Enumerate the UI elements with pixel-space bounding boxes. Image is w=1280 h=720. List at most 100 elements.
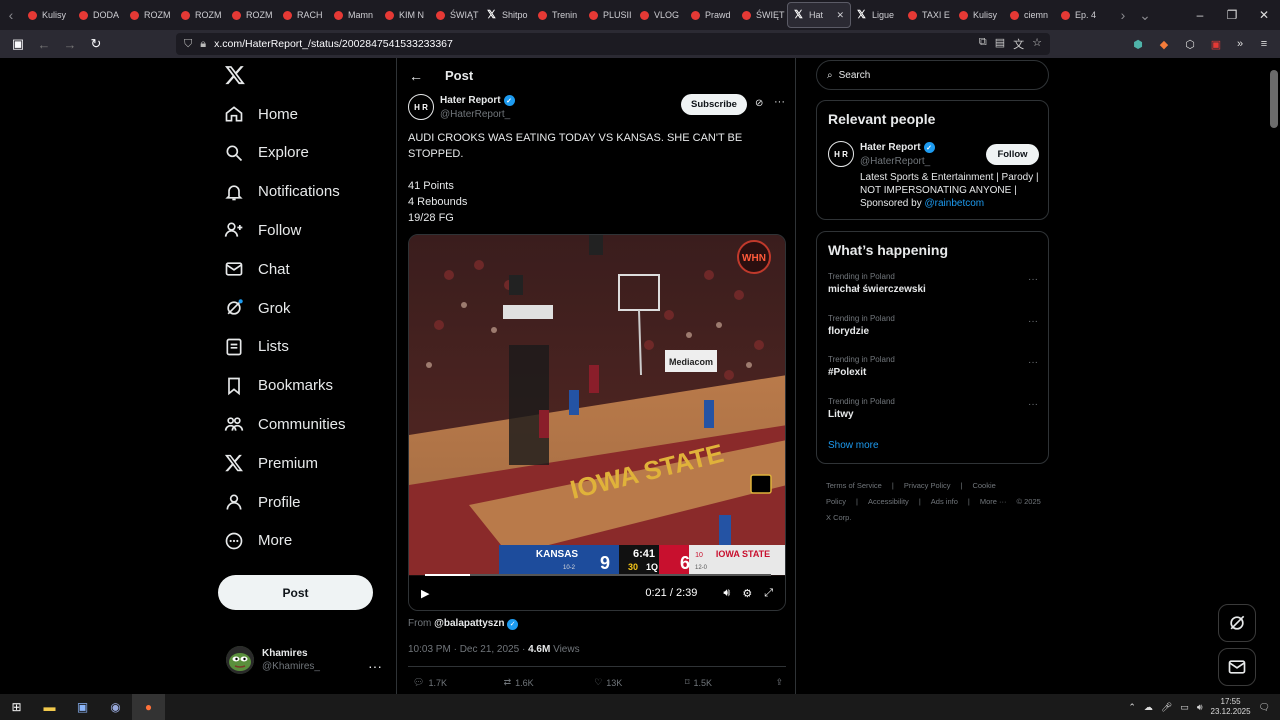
account-switcher[interactable]: Khamires @Khamires_ <box>226 646 320 674</box>
relevant-person-name[interactable]: Hater Report ✓ <box>860 142 935 153</box>
tabs-scroll-left-icon[interactable]: ‹ <box>0 0 22 30</box>
windows-start-icon[interactable]: ⊞ <box>0 694 33 720</box>
back-arrow-icon[interactable]: ← <box>409 68 423 84</box>
trend-item[interactable]: Trending in Poland Litwy ··· <box>828 397 1038 420</box>
subscribe-button[interactable]: Subscribe <box>681 94 747 115</box>
nav-item-premium[interactable]: Premium <box>224 453 318 473</box>
grok-fab-icon[interactable] <box>1218 604 1256 642</box>
browser-tab[interactable]: Ep. 4 <box>1055 0 1106 30</box>
nav-item-profile[interactable]: Profile <box>224 492 301 512</box>
browser-tab[interactable]: ŚWIĄT <box>430 0 481 30</box>
trend-item[interactable]: Trending in Poland michał świerczewski ··· <box>828 272 1038 295</box>
browser-tab[interactable]: RACH <box>277 0 328 30</box>
browser-tab[interactable]: PLUSII <box>583 0 634 30</box>
browser-tab[interactable]: ciemn <box>1004 0 1055 30</box>
browser-tab[interactable]: Kulisy <box>953 0 1004 30</box>
microphone-icon[interactable]: 🎤︎ <box>1161 702 1172 713</box>
video-player[interactable]: IOWA STATE Mediacom WHN KANSAS 10-2 9 6:… <box>408 234 786 611</box>
play-icon[interactable]: ▶ <box>421 587 429 600</box>
notifications-icon[interactable]: 🗨︎ <box>1259 702 1270 713</box>
volume-icon[interactable]: 🔊︎ <box>1197 702 1203 713</box>
relevant-person-name-text[interactable]: Hater Report <box>860 142 921 153</box>
like-button[interactable]: ♡ 13K <box>594 677 685 688</box>
nav-item-explore[interactable]: Explore <box>224 143 309 163</box>
overflow-menu-icon[interactable]: » <box>1230 34 1250 54</box>
footer-link[interactable]: Ads info <box>931 497 958 506</box>
list-all-tabs-icon[interactable]: ⌄ <box>1134 0 1156 30</box>
back-icon[interactable]: ← <box>32 32 56 56</box>
browser-tab[interactable]: 𝕏 Ligue <box>851 0 902 30</box>
author-name[interactable]: Hater Report ✓ <box>440 95 515 106</box>
page-scrollbar[interactable] <box>1268 58 1280 694</box>
screenshot-icon[interactable]: ▤ <box>995 36 1005 52</box>
trend-more-icon[interactable]: ··· <box>1028 357 1038 368</box>
restore-icon[interactable]: ❐ <box>1216 0 1248 30</box>
steam-icon[interactable]: ◉ <box>99 694 132 720</box>
app-icon[interactable]: ▣ <box>66 694 99 720</box>
close-window-icon[interactable]: ✕ <box>1248 0 1280 30</box>
star-icon[interactable]: ☆ <box>1032 36 1042 52</box>
scrollbar-thumb[interactable] <box>1270 70 1278 128</box>
post-time[interactable]: 10:03 PM · Dec 21, 2025 <box>408 644 519 655</box>
nav-item-bookmarks[interactable]: Bookmarks <box>224 376 333 396</box>
browser-tab[interactable]: VLOG <box>634 0 685 30</box>
minimize-icon[interactable]: – <box>1184 0 1216 30</box>
url-text[interactable]: x.com/HaterReport_/status/20028475415332… <box>214 38 453 50</box>
pip-icon[interactable]: ⧉ <box>979 36 987 52</box>
share-button[interactable]: ⇪ <box>775 677 783 688</box>
author-name-text[interactable]: Hater Report <box>440 95 501 106</box>
video-frame[interactable]: IOWA STATE Mediacom WHN KANSAS 10-2 9 6:… <box>409 235 786 575</box>
clock[interactable]: 17:55 23.12.2025 <box>1211 697 1251 717</box>
bookmark-button[interactable]: ⌑ 1.5K <box>685 677 776 688</box>
author-handle[interactable]: @HaterReport_ <box>440 109 510 120</box>
volume-icon[interactable]: 🔊︎ <box>723 587 730 600</box>
browser-tab[interactable]: ROZM <box>226 0 277 30</box>
grok-icon[interactable]: ⊘ <box>755 98 763 109</box>
follow-button[interactable]: Follow <box>986 144 1039 165</box>
trend-item[interactable]: Trending in Poland #Polexit ··· <box>828 355 1038 378</box>
browser-tab[interactable]: KIM N <box>379 0 430 30</box>
tray-chevron-icon[interactable]: ⌃ <box>1128 702 1136 713</box>
reload-icon[interactable]: ↻ <box>84 32 108 56</box>
trend-more-icon[interactable]: ··· <box>1028 274 1038 285</box>
footer-link[interactable]: More ··· <box>980 497 1007 506</box>
lock-icon[interactable]: 🔒︎ <box>200 38 206 51</box>
bio-link[interactable]: @rainbetcom <box>925 198 985 209</box>
network-cloud-icon[interactable]: ☁ <box>1144 702 1153 713</box>
author-avatar[interactable]: H R <box>408 94 434 120</box>
nav-item-communities[interactable]: Communities <box>224 414 346 434</box>
relevant-person-handle[interactable]: @HaterReport_ <box>860 156 930 167</box>
x-logo-icon[interactable] <box>224 64 254 94</box>
nav-item-more[interactable]: More <box>224 531 292 551</box>
nav-item-grok[interactable]: Grok <box>224 298 291 318</box>
close-tab-icon[interactable]: ✕ <box>836 10 844 21</box>
hamburger-menu-icon[interactable]: ≡ <box>1254 34 1274 54</box>
extension-badge-icon[interactable]: ▣ <box>1206 34 1226 54</box>
account-more-icon[interactable]: ··· <box>368 658 382 674</box>
extension-fox-icon[interactable]: ◆ <box>1154 34 1174 54</box>
search-input[interactable]: ⌕ Search <box>816 60 1049 90</box>
trend-more-icon[interactable]: ··· <box>1028 316 1038 327</box>
nav-item-chat[interactable]: Chat <box>224 259 290 279</box>
sidebar-toggle-icon[interactable]: ▣ <box>6 32 30 56</box>
trend-more-icon[interactable]: ··· <box>1028 399 1038 410</box>
browser-tab[interactable]: Mamn <box>328 0 379 30</box>
settings-gear-icon[interactable]: ⚙ <box>742 587 752 600</box>
firefox-icon[interactable]: ● <box>132 694 165 720</box>
browser-tab[interactable]: ROZM <box>124 0 175 30</box>
nav-item-lists[interactable]: Lists <box>224 337 289 357</box>
translate-icon[interactable]: 文 <box>1013 36 1024 52</box>
footer-link[interactable]: Terms of Service <box>826 481 882 490</box>
repost-button[interactable]: ⇄ 1.6K <box>504 677 595 688</box>
relevant-person-avatar[interactable]: H R <box>828 141 854 167</box>
messages-fab-icon[interactable] <box>1218 648 1256 686</box>
browser-tab[interactable]: TAXI E <box>902 0 953 30</box>
browser-tab[interactable]: ROZM <box>175 0 226 30</box>
trend-item[interactable]: Trending in Poland florydzie ··· <box>828 314 1038 337</box>
post-button[interactable]: Post <box>218 575 373 610</box>
shield-icon[interactable]: ⛉ <box>184 38 192 51</box>
forward-icon[interactable]: → <box>58 32 82 56</box>
browser-tab[interactable]: 𝕏 Hat ✕ <box>787 2 851 28</box>
nav-item-notifications[interactable]: Notifications <box>224 182 340 202</box>
nav-item-home[interactable]: Home <box>224 104 298 124</box>
